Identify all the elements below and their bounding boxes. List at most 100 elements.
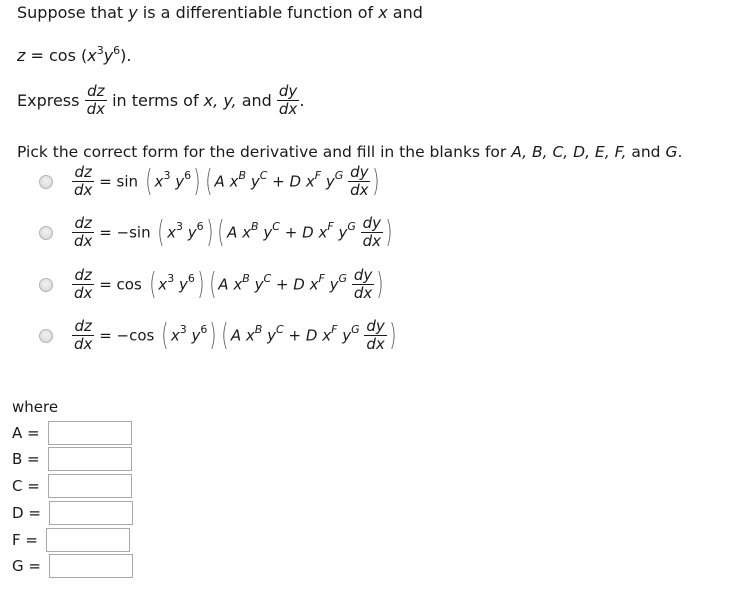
field-box-b[interactable] xyxy=(48,447,132,471)
answer-input-c[interactable] xyxy=(49,475,131,497)
field-label-g: G = xyxy=(12,557,41,575)
var-y: y xyxy=(325,172,335,191)
exponent-f: F xyxy=(331,323,338,336)
option-radio-1[interactable] xyxy=(39,175,53,189)
exponent-b: B xyxy=(238,169,247,182)
field-label-c: C = xyxy=(12,477,40,495)
var-x: x xyxy=(309,275,319,294)
var-y: y xyxy=(338,223,348,242)
express-vars: x, y, xyxy=(203,91,237,110)
paren-close: ) xyxy=(385,214,393,250)
exponent: 3 xyxy=(176,220,183,233)
answer-input-b[interactable] xyxy=(49,448,131,470)
paren-open: ( xyxy=(217,214,225,250)
var-x: x xyxy=(318,223,328,242)
answer-input-a[interactable] xyxy=(49,422,131,444)
frac-den: dx xyxy=(86,100,105,118)
exponent: 3 xyxy=(96,44,104,57)
exponent: 6 xyxy=(187,272,195,285)
dy-dx-fraction: dy dx xyxy=(351,268,375,302)
option-radio-2[interactable] xyxy=(39,226,53,240)
answer-input-f[interactable] xyxy=(47,529,129,551)
z-close: ). xyxy=(120,46,132,65)
var-y: y xyxy=(128,3,138,22)
exponent-f: F xyxy=(318,272,325,285)
field-box-c[interactable] xyxy=(48,474,132,498)
paren-open: ( xyxy=(157,214,165,250)
frac-den: dx xyxy=(278,100,298,118)
var-x: x xyxy=(242,223,252,242)
express-text: in terms of xyxy=(106,91,204,110)
instruction: Pick the correct form for the derivative… xyxy=(17,143,682,161)
frac-num: dz xyxy=(84,84,107,101)
paren-close: ) xyxy=(372,163,380,199)
z-eq: = cos ( xyxy=(25,46,88,65)
paren-close: ) xyxy=(376,266,384,302)
frac-den: dx xyxy=(362,232,382,250)
where-label: where xyxy=(12,398,59,416)
z-definition: z = cos (x3y6). xyxy=(17,44,132,65)
coef-d: D xyxy=(289,172,302,191)
answer-input-d[interactable] xyxy=(50,502,132,524)
var-x: x xyxy=(245,326,255,345)
frac-den: dx xyxy=(353,284,373,302)
express-line: Express dz dx in terms of x, y, and dy dx. xyxy=(17,84,304,117)
option-formula-1: dz dx = sin (x3 y6)(A xB yC + D xF yG dy d… xyxy=(72,165,382,198)
paren-close: ) xyxy=(206,214,214,250)
instruction-letters: A, B, C, D, E, F, xyxy=(511,143,627,161)
plus: + xyxy=(272,172,285,191)
intro-text: is a differentiable function of xyxy=(137,3,379,22)
field-label-d: D = xyxy=(12,504,41,522)
exponent-g: G xyxy=(347,220,356,233)
plus: + xyxy=(275,275,289,294)
coef-d: D xyxy=(302,223,314,242)
field-box-d[interactable] xyxy=(49,501,133,525)
frac-den: dx xyxy=(350,181,369,199)
trig-function: cos xyxy=(116,275,142,294)
dz-dx-fraction: dz dx xyxy=(72,268,95,301)
frac-num: dy xyxy=(364,317,387,336)
dy-dx-fraction: dy dx xyxy=(360,216,384,250)
paren-open: ( xyxy=(161,317,169,353)
dz-dx-fraction: dz dx xyxy=(72,165,95,198)
intro-text: and xyxy=(387,3,423,22)
option-radio-3[interactable] xyxy=(39,278,53,292)
option-radio-4[interactable] xyxy=(39,329,53,343)
field-box-f[interactable] xyxy=(46,528,130,552)
var-x: x xyxy=(158,275,168,294)
frac-den: dx xyxy=(74,232,93,250)
field-box-g[interactable] xyxy=(49,554,133,578)
instruction-letter: G xyxy=(665,143,678,161)
exponent-f: F xyxy=(327,220,334,233)
equals: = xyxy=(99,326,112,345)
frac-num: dy xyxy=(276,82,300,101)
instruction-text: and xyxy=(626,143,666,161)
exponent-f: F xyxy=(314,169,322,182)
var-y: y xyxy=(175,172,185,191)
field-label-f: F = xyxy=(12,531,38,549)
dz-dx-fraction: dz dx xyxy=(84,84,107,118)
express-text: . xyxy=(299,91,305,110)
var-x: x xyxy=(87,46,97,65)
exponent: 6 xyxy=(200,323,208,336)
var-y: y xyxy=(187,223,197,242)
exponent: 3 xyxy=(167,272,175,285)
trig-function: −sin xyxy=(116,223,151,242)
var-y: y xyxy=(267,326,277,345)
paren-close: ) xyxy=(389,317,397,353)
exponent: 3 xyxy=(163,169,171,182)
field-box-a[interactable] xyxy=(48,421,132,445)
paren-open: ( xyxy=(205,163,213,199)
answer-input-g[interactable] xyxy=(50,555,132,577)
exponent-g: G xyxy=(351,323,360,336)
frac-num: dz xyxy=(72,319,95,336)
plus: + xyxy=(288,326,302,345)
paren-close: ) xyxy=(197,266,205,302)
dy-dx-fraction: dy dx xyxy=(348,165,371,199)
dy-dx-fraction: dy dx xyxy=(364,317,387,352)
var-x: x xyxy=(378,3,388,22)
equals: = xyxy=(99,172,112,191)
frac-num: dz xyxy=(72,268,95,285)
var-y: y xyxy=(178,275,188,294)
express-text: and xyxy=(236,91,277,110)
